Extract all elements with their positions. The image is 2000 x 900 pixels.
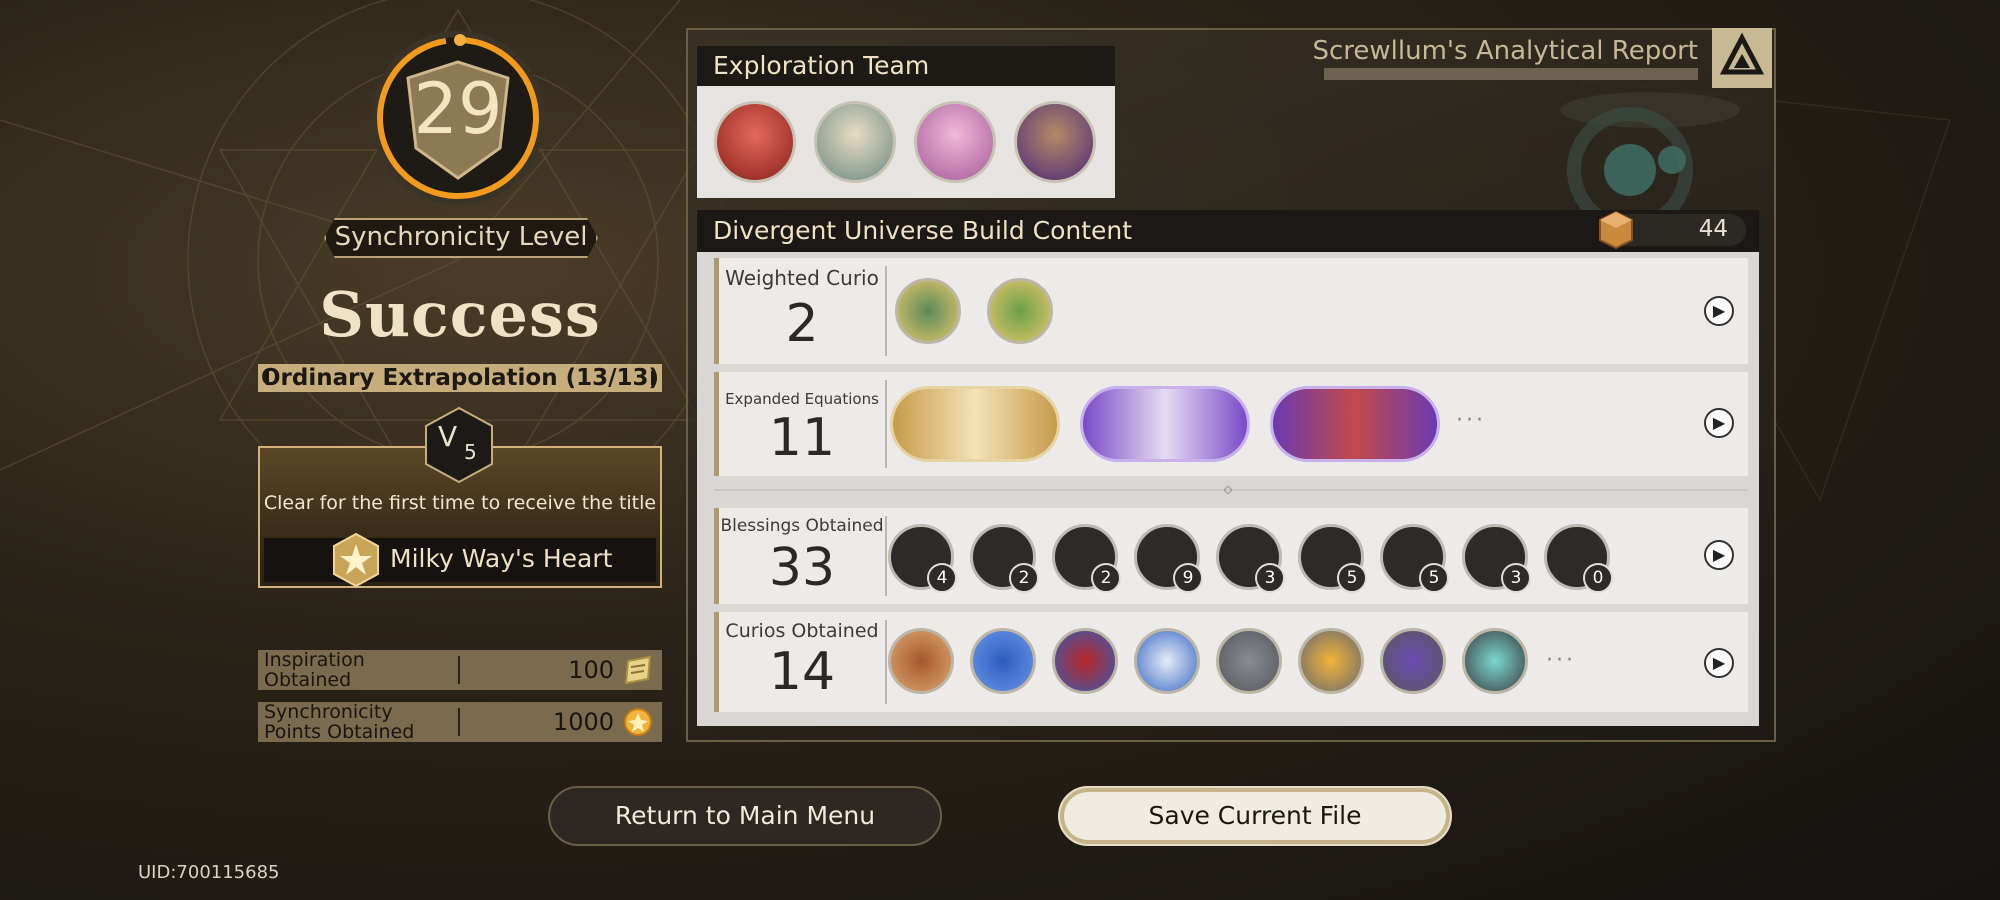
version-badge	[425, 406, 493, 484]
report-title: Screwllum's Analytical Report	[1312, 36, 1698, 80]
weighted-curio-expand-button[interactable]: ▶	[1704, 296, 1734, 326]
weighted-curio-icon[interactable]	[895, 278, 961, 344]
team-member-avatar[interactable]	[914, 101, 996, 183]
row-divider	[885, 380, 887, 468]
curios-count: 14	[768, 642, 836, 702]
blessing-count-badge: 5	[1419, 563, 1449, 593]
sync-points-value: 1000	[552, 708, 614, 736]
build-count-pill: 44	[1599, 210, 1746, 250]
dice-icon	[1599, 210, 1633, 250]
blessing-count-badge: 4	[927, 563, 957, 593]
exploration-team-heading: Exploration Team	[697, 46, 1115, 86]
version-badge-number: 5	[464, 440, 477, 464]
blessing-icon[interactable]: 3	[1216, 524, 1285, 593]
save-current-file-button[interactable]: Save Current File	[1058, 786, 1452, 846]
sync-points-icon	[624, 708, 652, 736]
curio-icon[interactable]	[1134, 628, 1200, 694]
sync-points-label: Synchronicity Points Obtained	[264, 701, 415, 743]
stat-divider	[458, 708, 460, 736]
stat-divider	[458, 656, 460, 684]
more-indicator: ···	[1456, 408, 1486, 433]
more-indicator: ···	[1546, 648, 1576, 673]
curio-icon[interactable]	[1216, 628, 1282, 694]
weighted-curio-row: Weighted Curio 2 ▶	[714, 258, 1748, 364]
synchronicity-level-value: 29	[413, 68, 503, 150]
star-emblem-icon	[333, 532, 379, 588]
sync-points-stat: Synchronicity Points Obtained 1000	[258, 702, 662, 742]
weighted-curio-count: 2	[785, 294, 819, 354]
curio-icon[interactable]	[970, 628, 1036, 694]
blessing-count-badge: 9	[1173, 563, 1203, 593]
equation-icon[interactable]	[1080, 386, 1250, 462]
inspiration-value: 100	[568, 656, 614, 684]
blessing-icon[interactable]: 2	[970, 524, 1039, 593]
row-divider	[885, 620, 887, 704]
curios-label: Curios Obtained	[725, 620, 879, 642]
curio-icon[interactable]	[1462, 628, 1528, 694]
blessing-icon[interactable]: 5	[1380, 524, 1449, 593]
blessing-count-badge: 3	[1501, 563, 1531, 593]
report-title-underline	[1324, 68, 1698, 80]
blessing-icon[interactable]: 4	[888, 524, 957, 593]
build-count: 44	[1698, 216, 1728, 242]
blessing-count-badge: 0	[1583, 563, 1613, 593]
expanded-equations-label: Expanded Equations	[725, 390, 879, 408]
blessing-icon[interactable]: 0	[1544, 524, 1613, 593]
team-member-avatar[interactable]	[1014, 101, 1096, 183]
equation-icon[interactable]	[1270, 386, 1440, 462]
section-divider	[714, 486, 1748, 494]
blessing-icon[interactable]: 5	[1298, 524, 1367, 593]
blessing-count-badge: 2	[1091, 563, 1121, 593]
title-reward-description: Clear for the first time to receive the …	[263, 492, 657, 514]
inspiration-icon	[624, 655, 652, 685]
blessing-count-badge: 3	[1255, 563, 1285, 593]
report-title-text: Screwllum's Analytical Report	[1312, 36, 1698, 66]
row-divider	[885, 266, 887, 356]
blessings-label: Blessings Obtained	[720, 516, 884, 536]
title-reward-bar: Milky Way's Heart	[264, 532, 656, 588]
blessings-count: 33	[768, 538, 836, 598]
blessing-icon[interactable]: 9	[1134, 524, 1203, 593]
equation-icon[interactable]	[890, 386, 1060, 462]
curios-expand-button[interactable]: ▶	[1704, 648, 1734, 678]
blessing-icon[interactable]: 3	[1462, 524, 1531, 593]
team-member-avatar[interactable]	[714, 101, 796, 183]
expanded-equations-count: 11	[768, 408, 836, 468]
report-logo-icon	[1712, 28, 1772, 88]
weighted-curio-label: Weighted Curio	[725, 266, 879, 290]
weighted-curio-icon[interactable]	[987, 278, 1053, 344]
result-status: Success	[319, 278, 601, 351]
curio-icon[interactable]	[888, 628, 954, 694]
inspiration-stat: Inspiration Obtained 100	[258, 650, 662, 690]
blessing-count-badge: 5	[1337, 563, 1367, 593]
blessing-count-badge: 2	[1009, 563, 1039, 593]
curio-icon[interactable]	[1298, 628, 1364, 694]
version-badge-letter: V	[438, 420, 458, 453]
user-id: UID:700115685	[138, 862, 280, 883]
curio-icon[interactable]	[1380, 628, 1446, 694]
curio-icon[interactable]	[1052, 628, 1118, 694]
expanded-equations-expand-button[interactable]: ▶	[1704, 408, 1734, 438]
team-member-avatar[interactable]	[814, 101, 896, 183]
return-to-main-menu-button[interactable]: Return to Main Menu	[548, 786, 942, 846]
title-reward-name: Milky Way's Heart	[390, 544, 613, 573]
row-divider	[885, 516, 887, 596]
blessings-expand-button[interactable]: ▶	[1704, 540, 1734, 570]
synchronicity-level-label: Synchronicity Level	[324, 218, 598, 258]
inspiration-label: Inspiration Obtained	[264, 649, 365, 691]
difficulty-label: Ordinary Extrapolation (13/13)	[258, 364, 662, 392]
blessing-icon[interactable]: 2	[1052, 524, 1121, 593]
